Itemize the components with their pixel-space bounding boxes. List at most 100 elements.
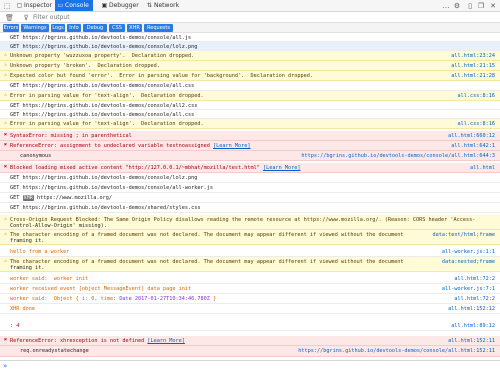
devtools-toolbar: ⬚ ▢ Inspector ▭ Console ▣ Debugger ⇅ Net… (0, 0, 500, 12)
stack-frame: req.onreadystatechange (20, 348, 89, 354)
element-picker-icon[interactable]: ⬚ (3, 2, 11, 10)
chip-debug[interactable]: Debug (83, 24, 107, 32)
log-location[interactable]: all.html:72:2 (454, 296, 495, 303)
tab-network[interactable]: ⇅ Network (144, 0, 182, 11)
log-location[interactable]: all.css:8:16 (458, 93, 495, 100)
warning-icon: ⚠ (3, 72, 7, 78)
log-row-warning[interactable]: ⚠ Cross-Origin Request Blocked: The Same… (0, 215, 500, 230)
stack-location[interactable]: https://bgrins.github.io/devtools-demos/… (298, 348, 495, 355)
learn-more-link[interactable]: [Learn More] (213, 143, 250, 149)
log-location[interactable]: all-worker.js:1:1 (442, 249, 495, 256)
log-location[interactable]: all.html:72:2 (454, 276, 495, 283)
log-row[interactable]: GET https://bgrins.github.io/devtools-de… (0, 173, 500, 183)
log-message: GET https://bgrins.github.io/devtools-de… (10, 44, 198, 50)
log-location[interactable]: all.html:21:28 (451, 73, 495, 80)
log-row[interactable]: GET https://bgrins.github.io/devtools-de… (0, 33, 500, 42)
chip-errors[interactable]: Errors (3, 24, 19, 32)
log-message: ReferenceError: xhrexception is not defi… (10, 338, 185, 344)
trash-icon[interactable]: 🗑 (5, 14, 14, 22)
log-message: GET https://bgrins.github.io/devtools-de… (10, 185, 214, 191)
log-message: XHR done (10, 306, 35, 312)
filter-chips: Errors Warnings Logs Info Debug CSS XHR … (0, 23, 500, 33)
log-location[interactable]: all.html:21:15 (451, 63, 495, 70)
log-row-warning[interactable]: ⚠ The character encoding of a framed doc… (0, 257, 500, 272)
log-message: Unknown property 'wuzzuxoa property'. De… (10, 53, 195, 59)
log-message: The character encoding of a framed docum… (10, 232, 404, 238)
log-row-warning[interactable]: ⚠ Unknown property 'wuzzuxoa property'. … (0, 51, 500, 61)
log-message: Error in parsing value for 'text-align'.… (10, 121, 204, 127)
console-input[interactable]: » (0, 360, 500, 370)
log-row-warning[interactable]: ⚠ Error in parsing value for 'text-align… (0, 119, 500, 129)
error-icon: ✖ (3, 337, 7, 343)
log-row-warning[interactable]: ⚠ Expected color but found 'error'. Erro… (0, 71, 500, 81)
log-location[interactable]: all.html (470, 165, 495, 172)
chip-logs[interactable]: Logs (51, 24, 65, 32)
warning-icon: ⚠ (3, 258, 7, 264)
log-row[interactable]: worker said: worker init all.html:72:2 (0, 274, 500, 284)
log-location[interactable]: all.css:8:16 (458, 121, 495, 128)
network-icon: ⇅ (146, 2, 153, 9)
log-message: hello from a worker (10, 249, 70, 255)
log-row-warning[interactable]: ⚠ Unknown property 'broken'. Declaration… (0, 61, 500, 71)
log-row-stack[interactable]: canonymous https://bgrins.github.io/devt… (0, 151, 500, 161)
log-location[interactable]: data:text/html;frame (433, 232, 495, 239)
chip-requests[interactable]: Requests (144, 24, 173, 32)
log-row-warning[interactable]: ⚠ The character encoding of a framed doc… (0, 230, 500, 245)
chip-xhr[interactable]: XHR (127, 24, 142, 32)
warning-icon: ⚠ (3, 231, 7, 237)
log-row-error[interactable]: ✖ SyntaxError: missing ; in parenthetica… (0, 131, 500, 141)
warning-icon: ⚠ (3, 216, 7, 222)
log-row[interactable]: GET https://bgrins.github.io/devtools-de… (0, 42, 500, 51)
filter-input[interactable] (33, 13, 233, 22)
log-location[interactable]: all.html:89:12 (451, 323, 495, 330)
tab-console[interactable]: ▭ Console (55, 0, 93, 11)
log-message: : 4 (10, 323, 20, 329)
log-row[interactable]: worker received event [object MessageEve… (0, 284, 500, 294)
log-row[interactable]: : 4 all.html:89:12 (0, 321, 500, 331)
log-row[interactable]: GET https://bgrins.github.io/devtools-de… (0, 101, 500, 110)
filter-icon[interactable]: ⊽ (22, 14, 30, 22)
learn-more-link[interactable]: [Learn More] (147, 338, 184, 344)
log-location[interactable]: all.html:152:11 (448, 338, 495, 345)
log-location[interactable]: all.html:23:24 (451, 53, 495, 60)
log-row[interactable]: GET https://bgrins.github.io/devtools-de… (0, 110, 500, 119)
chip-info[interactable]: Info (67, 24, 81, 32)
log-location[interactable]: all.html:660:12 (448, 133, 495, 140)
tab-inspector[interactable]: ▢ Inspector (14, 0, 52, 11)
log-message: SyntaxError: missing ; in parenthetical (10, 133, 132, 139)
log-location[interactable]: all.html:642:1 (451, 143, 495, 150)
xhr-badge: XHR (22, 195, 34, 201)
console-output: GET https://bgrins.github.io/devtools-de… (0, 33, 500, 360)
log-row-error[interactable]: ✖ ReferenceError: xhrexception is not de… (0, 336, 500, 346)
tab-label: Debugger (109, 2, 139, 9)
chip-warnings[interactable]: Warnings (21, 24, 49, 32)
log-row[interactable]: worker said: Object { i: 0, time: Date 2… (0, 294, 500, 304)
menu-icon[interactable]: … (442, 2, 450, 10)
dock-icon[interactable]: ▯ (466, 2, 474, 10)
log-row[interactable]: GET XHR https://www.mozilla.org/ (0, 193, 500, 203)
log-row[interactable]: GET https://bgrins.github.io/devtools-de… (0, 203, 500, 213)
log-row[interactable]: XHR done all.html:152:12 (0, 304, 500, 314)
log-row[interactable]: hello from a worker all-worker.js:1:1 (0, 247, 500, 257)
warning-icon: ⚠ (3, 62, 7, 68)
log-row-stack[interactable]: req.onreadystatechange https://bgrins.gi… (0, 346, 500, 357)
log-row[interactable]: GET https://bgrins.github.io/devtools-de… (0, 183, 500, 193)
undock-icon[interactable]: ❐ (477, 2, 485, 10)
log-location[interactable]: data:nested;frame (442, 259, 495, 266)
settings-icon[interactable]: ⚙ (453, 2, 461, 10)
log-message: GET https://bgrins.github.io/devtools-de… (10, 205, 201, 211)
log-row[interactable]: GET https://bgrins.github.io/devtools-de… (0, 81, 500, 91)
close-icon[interactable]: ✕ (489, 2, 497, 10)
log-row-error[interactable]: ✖ ReferenceError: assignment to undeclar… (0, 141, 500, 151)
log-row-error[interactable]: ✖ Blocked loading mixed active content "… (0, 163, 500, 173)
inspector-icon: ▢ (16, 2, 23, 9)
learn-more-link[interactable]: [Learn More] (263, 165, 300, 171)
tab-debugger[interactable]: ▣ Debugger (99, 0, 139, 11)
log-location[interactable]: all.html:152:12 (448, 306, 495, 313)
prompt-chevron-icon: » (3, 362, 8, 370)
log-row-warning[interactable]: ⚠ Error in parsing value for 'text-align… (0, 91, 500, 101)
log-location[interactable]: all-worker.js:7:1 (442, 286, 495, 293)
chip-css[interactable]: CSS (109, 24, 125, 32)
log-message: Error in parsing value for 'text-align'.… (10, 93, 204, 99)
stack-location[interactable]: https://bgrins.github.io/devtools-demos/… (301, 153, 495, 160)
